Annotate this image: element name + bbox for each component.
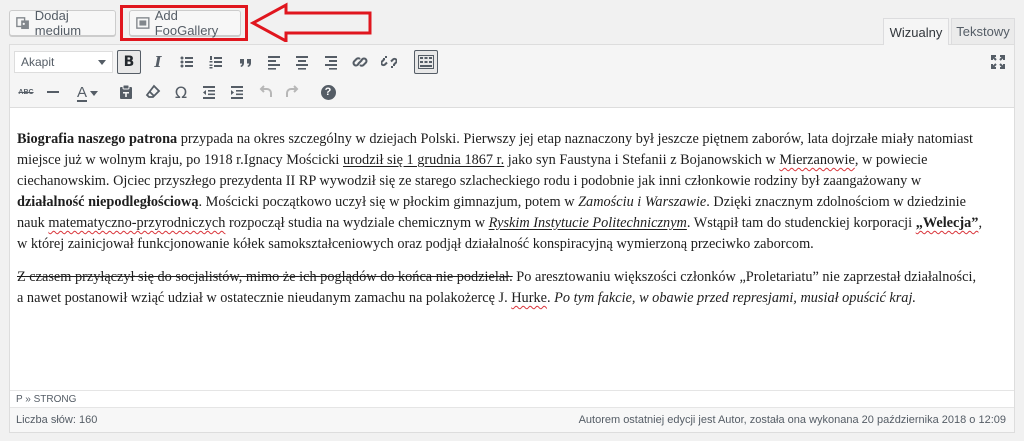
annotation-arrow-icon bbox=[250, 2, 372, 42]
chevron-down-icon bbox=[98, 60, 106, 65]
unlink-button[interactable] bbox=[377, 50, 401, 74]
outdent-icon bbox=[203, 86, 215, 99]
tab-visual[interactable]: Wizualny bbox=[883, 18, 949, 45]
align-center-button[interactable] bbox=[290, 50, 314, 74]
numbered-list-icon bbox=[209, 56, 222, 69]
text-color-button[interactable]: A bbox=[68, 80, 102, 104]
bold-icon: B bbox=[123, 54, 135, 70]
horizontal-line-button[interactable] bbox=[41, 80, 65, 104]
unlink-icon bbox=[381, 56, 397, 68]
highlight-box bbox=[120, 5, 248, 41]
align-center-icon bbox=[296, 56, 308, 70]
text-run: Biografia naszego patrona bbox=[17, 131, 178, 147]
strikethrough-button[interactable]: ABC bbox=[14, 80, 38, 104]
add-media-button[interactable]: Dodaj medium bbox=[9, 8, 116, 38]
special-character-icon: Ω bbox=[174, 82, 188, 102]
align-right-button[interactable] bbox=[319, 50, 343, 74]
link-icon bbox=[352, 57, 368, 67]
paste-as-text-icon bbox=[120, 84, 132, 99]
indent-button[interactable] bbox=[225, 80, 249, 104]
text-run: . Mościcki początkowo uczył się w płocki… bbox=[198, 194, 579, 210]
indent-icon bbox=[231, 86, 243, 99]
text-run: Po tym fakcie, w obawie przed represjami… bbox=[554, 290, 916, 306]
format-select[interactable]: Akapit bbox=[14, 51, 113, 73]
bulleted-list-button[interactable] bbox=[175, 50, 199, 74]
blockquote-button[interactable] bbox=[234, 50, 258, 74]
undo-button[interactable] bbox=[253, 80, 277, 104]
undo-icon bbox=[259, 85, 272, 97]
chevron-down-icon bbox=[90, 91, 98, 96]
fullscreen-icon bbox=[991, 55, 1005, 69]
horizontal-line-icon bbox=[47, 91, 59, 93]
bold-button[interactable]: B bbox=[117, 50, 141, 74]
italic-button[interactable]: I bbox=[146, 50, 170, 74]
bulleted-list-icon bbox=[180, 56, 193, 68]
text-run: jako syn Faustyna i Stefanii z Bojanowsk… bbox=[504, 152, 780, 168]
toolbar-toggle-icon bbox=[418, 55, 434, 69]
media-icon bbox=[16, 17, 29, 30]
editor-content[interactable]: Biografia naszego patrona przypada na ok… bbox=[17, 129, 983, 321]
text-run: działalność niepodległościową bbox=[17, 194, 199, 210]
toolbar-row-1: Akapit B I bbox=[10, 47, 1014, 77]
italic-icon: I bbox=[154, 53, 162, 71]
paragraph-1: Biografia naszego patrona przypada na ok… bbox=[17, 129, 983, 255]
word-count: Liczba słów: 160 bbox=[16, 414, 98, 426]
paste-as-text-button[interactable] bbox=[114, 80, 138, 104]
align-left-button[interactable] bbox=[262, 50, 286, 74]
strikethrough-icon: ABC bbox=[18, 88, 34, 96]
editor-toolbar: Akapit B I ABC A Ω ? bbox=[10, 45, 1014, 108]
outdent-button[interactable] bbox=[197, 80, 221, 104]
help-button[interactable]: ? bbox=[316, 80, 340, 104]
toolbar-row-2: ABC A Ω ? bbox=[10, 77, 1014, 107]
last-edit-info: Autorem ostatniej edycji jest Autor, zos… bbox=[578, 414, 1006, 426]
media-toolbar: Dodaj medium Add FooGallery Wizualny Tek… bbox=[0, 0, 1024, 45]
text-run: Hurke bbox=[511, 290, 547, 306]
text-run: Mierzanowie bbox=[779, 152, 855, 168]
element-path: P » STRONG bbox=[10, 390, 1014, 407]
clear-formatting-icon bbox=[145, 84, 161, 98]
link-button[interactable] bbox=[348, 50, 372, 74]
numbered-list-button[interactable] bbox=[204, 50, 228, 74]
text-run: Zamościu i Warszawie bbox=[578, 194, 707, 210]
format-select-value: Akapit bbox=[21, 55, 55, 69]
text-run: Ryskim Instytucie Politechnicznym bbox=[488, 215, 687, 231]
paragraph-2: Z czasem przyłączył się do socjalistów, … bbox=[17, 267, 983, 309]
toolbar-toggle-button[interactable] bbox=[414, 50, 438, 74]
help-icon: ? bbox=[320, 84, 336, 100]
blockquote-icon bbox=[240, 59, 251, 67]
fullscreen-button[interactable] bbox=[986, 50, 1010, 74]
editor-footer: Liczba słów: 160 Autorem ostatniej edycj… bbox=[10, 407, 1014, 432]
tab-text[interactable]: Tekstowy bbox=[951, 18, 1015, 44]
text-run: Z czasem przyłączył się do socjalistów, … bbox=[17, 269, 513, 285]
special-character-button[interactable]: Ω bbox=[169, 80, 193, 104]
text-color-icon: A bbox=[76, 83, 87, 101]
redo-icon bbox=[286, 85, 299, 97]
add-media-label: Dodaj medium bbox=[34, 8, 82, 38]
text-run: urodził się 1 grudnia 1867 r. bbox=[342, 152, 505, 168]
align-right-icon bbox=[325, 56, 337, 70]
align-left-icon bbox=[268, 56, 280, 70]
text-run: . Wstąpił tam do studenckiej korporacji bbox=[686, 215, 916, 231]
text-run: „Welecja” bbox=[915, 215, 979, 231]
redo-button[interactable] bbox=[281, 80, 305, 104]
text-run: matematyczno-przyrodniczych bbox=[48, 215, 226, 231]
text-run: rozpoczął studia na wydziale chemicznym … bbox=[225, 215, 489, 231]
editor: Akapit B I ABC A Ω ? Biografia naszego p… bbox=[9, 44, 1015, 433]
clear-formatting-button[interactable] bbox=[141, 80, 165, 104]
